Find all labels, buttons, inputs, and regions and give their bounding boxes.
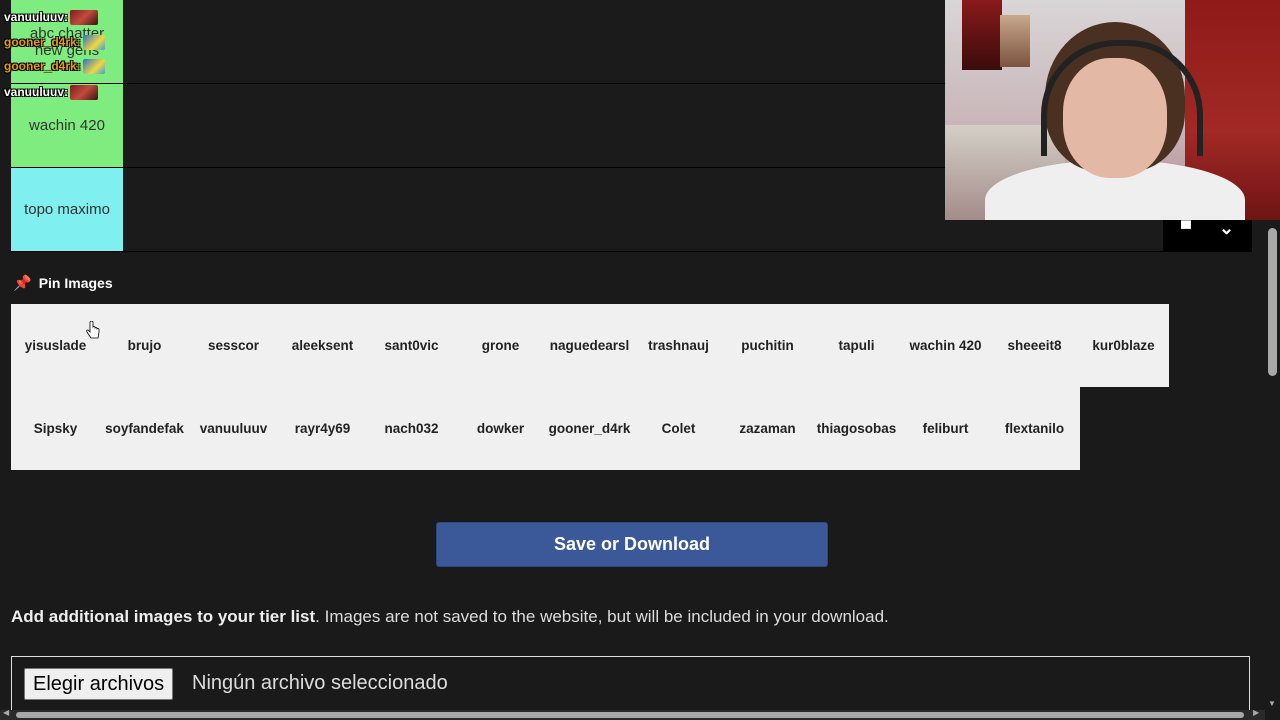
add-images-info: Add additional images to your tier list.… — [11, 607, 889, 627]
chat-username: gooner_d4rk: — [4, 35, 81, 49]
webcam-overlay — [945, 0, 1280, 220]
pushpin-icon: 📌 — [13, 275, 32, 292]
red-emote-icon — [70, 9, 99, 25]
hand-cursor-icon — [86, 321, 100, 339]
scroll-down-arrow-icon[interactable]: ▼ — [1268, 699, 1276, 708]
pool-item[interactable]: zazaman — [723, 387, 812, 470]
horizontal-scrollbar[interactable]: ◀ ▶ — [0, 708, 1265, 720]
pool-item[interactable]: aleeksent — [278, 304, 367, 387]
image-pool-row-1: yisuslade brujo sesscor aleeksent sant0vic gr… — [11, 304, 1169, 387]
pool-item[interactable]: sant0vic — [367, 304, 456, 387]
pool-item[interactable]: vanuuluuv — [189, 387, 278, 470]
chat-message: gooner_d4rk: — [4, 57, 105, 75]
pool-item[interactable]: grone — [456, 304, 545, 387]
vertical-scroll-thumb[interactable] — [1268, 228, 1277, 376]
red-emote-icon — [70, 84, 99, 100]
pool-item[interactable]: Colet — [634, 387, 723, 470]
image-pool-row-2: Sipsky soyfandefak vanuuluuv rayr4y69 nach03… — [11, 387, 1080, 470]
blue-emote-icon — [82, 34, 105, 50]
pool-item[interactable]: tapuli — [812, 304, 901, 387]
scroll-right-arrow-icon[interactable]: ▶ — [1253, 708, 1259, 717]
pin-images-label: Pin Images — [38, 275, 113, 291]
file-status-text: Ningún archivo seleccionado — [192, 672, 448, 694]
chat-username: gooner_d4rk: — [4, 59, 81, 73]
chat-username: vanuuluuv: — [4, 10, 69, 24]
pin-images-header[interactable]: 📌 Pin Images — [13, 273, 113, 293]
pool-item[interactable]: feliburt — [901, 387, 990, 470]
row-controls: ▀ ⌄ — [1163, 218, 1252, 251]
pool-item[interactable]: nach032 — [367, 387, 456, 470]
pool-item[interactable]: puchitin — [723, 304, 812, 387]
blue-emote-icon — [82, 58, 105, 74]
poster-image — [1000, 15, 1030, 67]
pool-item[interactable]: naguedearsl — [545, 304, 634, 387]
pool-item[interactable]: Sipsky — [11, 387, 100, 470]
tier-label-3[interactable]: topo maximo — [11, 168, 123, 251]
poster-image — [962, 0, 1002, 70]
scroll-left-arrow-icon[interactable]: ◀ — [3, 708, 9, 717]
pool-item[interactable]: sesscor — [189, 304, 278, 387]
file-upload-box: Elegir archivos Ningún archivo seleccion… — [11, 656, 1250, 716]
add-images-heading: Add additional images to your tier list — [11, 607, 316, 626]
pool-item[interactable]: yisuslade — [11, 304, 100, 387]
chat-message: gooner_d4rk: — [4, 33, 105, 51]
chat-username: vanuuluuv: — [4, 85, 69, 99]
add-images-description: . Images are not saved to the website, b… — [315, 607, 889, 626]
vertical-scrollbar[interactable]: ▼ — [1265, 220, 1280, 710]
pool-item[interactable]: kur0blaze — [1079, 304, 1168, 387]
pool-item[interactable]: soyfandefak — [100, 387, 189, 470]
chevron-down-icon[interactable]: ⌄ — [1219, 218, 1234, 239]
chat-message: vanuuluuv: — [4, 83, 99, 101]
pool-item[interactable]: flextanilo — [990, 387, 1079, 470]
pool-item[interactable]: gooner_d4rk — [545, 387, 634, 470]
pool-item[interactable]: thiagosobas — [812, 387, 901, 470]
minus-icon[interactable]: ▀ — [1181, 220, 1191, 236]
choose-files-button[interactable]: Elegir archivos — [24, 668, 174, 700]
pool-item[interactable]: wachin 420 — [901, 304, 990, 387]
pool-item[interactable]: trashnauj — [634, 304, 723, 387]
pool-item[interactable]: rayr4y69 — [278, 387, 367, 470]
save-or-download-button[interactable]: Save or Download — [436, 522, 828, 567]
horizontal-scroll-thumb[interactable] — [16, 712, 1244, 718]
pool-item[interactable]: dowker — [456, 387, 545, 470]
pool-item[interactable]: brujo — [100, 304, 189, 387]
pool-item[interactable]: sheeeit8 — [990, 304, 1079, 387]
chat-message: vanuuluuv: — [4, 8, 99, 26]
